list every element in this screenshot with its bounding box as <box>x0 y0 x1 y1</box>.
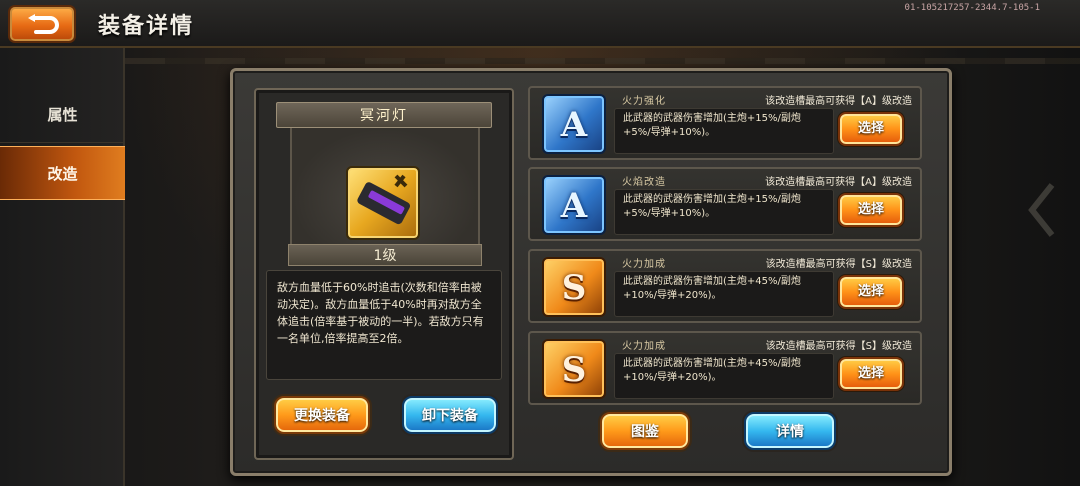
equipment-name: 冥河灯 <box>276 102 492 128</box>
mod-effect: 此武器的武器伤害增加(主炮+15%/副炮+5%/导弹+10%)。 <box>614 108 834 154</box>
tab-attributes[interactable]: 属性 <box>0 88 125 142</box>
mod-hint: 该改造槽最高可获得【A】级改造 <box>765 177 912 188</box>
replace-equipment-label: 更换装备 <box>294 408 350 424</box>
codex-label: 图鉴 <box>631 424 659 440</box>
mod-effect: 此武器的武器伤害增加(主炮+15%/副炮+5%/导弹+10%)。 <box>614 189 834 235</box>
mod-slot: A 火力强化 该改造槽最高可获得【A】级改造 此武器的武器伤害增加(主炮+15%… <box>528 86 922 160</box>
mod-name: 火力加成 <box>622 259 666 270</box>
grade-a-badge-icon: A <box>542 94 606 154</box>
mod-hint: 该改造槽最高可获得【A】级改造 <box>765 96 912 107</box>
details-label: 详情 <box>776 424 804 440</box>
weapon-icon[interactable] <box>346 166 420 240</box>
mod-effect: 此武器的武器伤害增加(主炮+45%/副炮+10%/导弹+20%)。 <box>614 271 834 317</box>
mod-hint: 该改造槽最高可获得【S】级改造 <box>765 341 912 352</box>
tab-attributes-label: 属性 <box>47 106 78 124</box>
unequip-label: 卸下装备 <box>422 408 478 424</box>
select-mod-button[interactable]: 选择 <box>838 112 904 146</box>
cannon-icon <box>357 174 411 225</box>
back-arrow-icon <box>28 14 59 34</box>
grade-s-badge-icon: S <box>542 257 606 317</box>
tab-modify[interactable]: 改造 <box>0 146 125 200</box>
mod-slot: S 火力加成 该改造槽最高可获得【S】级改造 此武器的武器伤害增加(主炮+45%… <box>528 331 922 405</box>
unequip-button[interactable]: 卸下装备 <box>402 396 498 434</box>
chevron-decoration-icon <box>1028 183 1055 237</box>
mod-slot: A 火焰改造 该改造槽最高可获得【A】级改造 此武器的武器伤害增加(主炮+15%… <box>528 167 922 241</box>
version-label: 01-105217257-2344.7-105-1 <box>904 3 1040 13</box>
mod-name: 火焰改造 <box>622 177 666 188</box>
details-button[interactable]: 详情 <box>744 412 836 450</box>
select-mod-button[interactable]: 选择 <box>838 275 904 309</box>
equipment-description: 敌方血量低于60%时追击(次数和倍率由被动决定)。敌方血量低于40%时再对敌方全… <box>266 270 502 380</box>
background-stripe <box>125 58 1080 64</box>
grade-s-badge-icon: S <box>542 339 606 399</box>
divider <box>0 142 125 143</box>
grade-letter: S <box>561 268 587 308</box>
grade-letter: A <box>560 186 588 226</box>
mod-slot: S 火力加成 该改造槽最高可获得【S】级改造 此武器的武器伤害增加(主炮+45%… <box>528 249 922 323</box>
back-button[interactable] <box>8 5 76 43</box>
mod-effect: 此武器的武器伤害增加(主炮+45%/副炮+10%/导弹+20%)。 <box>614 353 834 399</box>
replace-equipment-button[interactable]: 更换装备 <box>274 396 370 434</box>
grade-letter: A <box>560 105 588 145</box>
sidebar: 属性 改造 <box>0 48 125 486</box>
mod-name: 火力加成 <box>622 341 666 352</box>
select-mod-button[interactable]: 选择 <box>838 193 904 227</box>
grade-letter: S <box>561 350 587 390</box>
equipment-level: 1级 <box>288 244 482 266</box>
mod-name: 火力强化 <box>622 96 666 107</box>
select-mod-button[interactable]: 选择 <box>838 357 904 391</box>
grade-a-badge-icon: A <box>542 175 606 235</box>
mod-hint: 该改造槽最高可获得【S】级改造 <box>765 259 912 270</box>
tab-modify-label: 改造 <box>47 165 78 183</box>
top-bar: 装备详情 01-105217257-2344.7-105-1 <box>0 0 1080 48</box>
codex-button[interactable]: 图鉴 <box>600 412 690 450</box>
page-title: 装备详情 <box>98 14 195 39</box>
